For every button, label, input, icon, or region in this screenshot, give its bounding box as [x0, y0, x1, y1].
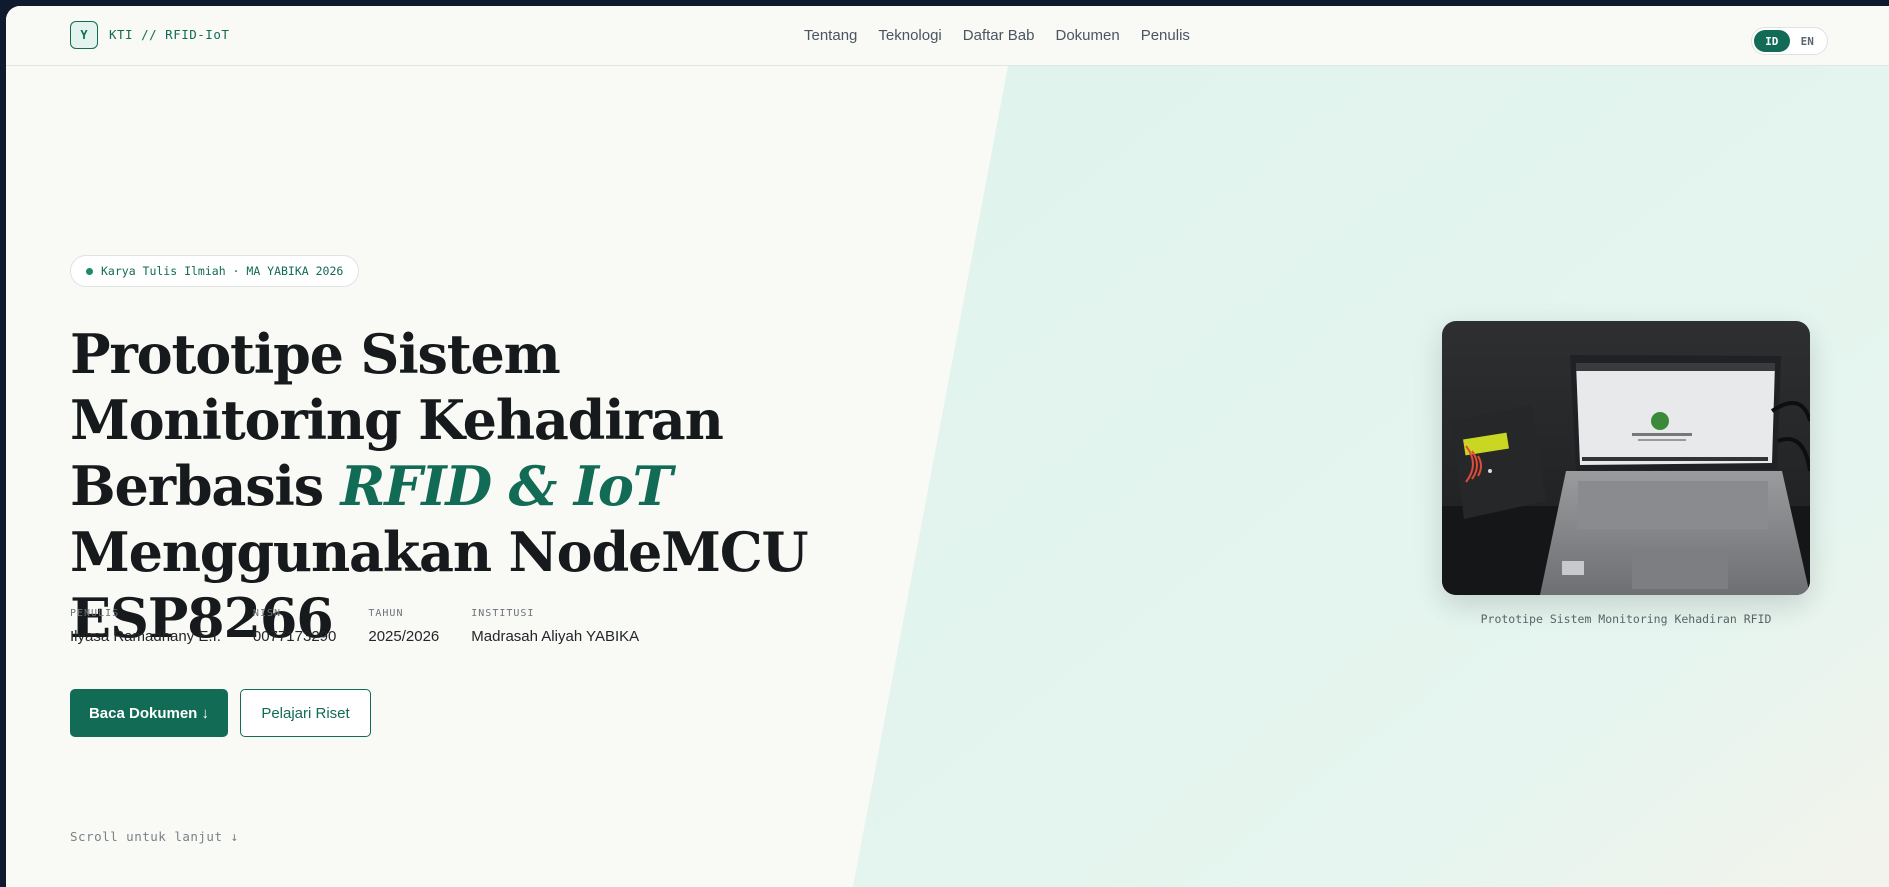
nav-links: Tentang Teknologi Daftar Bab Dokumen Pen… — [804, 6, 1190, 65]
badge-label: Karya Tulis Ilmiah · MA YABIKA 2026 — [101, 264, 344, 278]
browser-page: Y KTI // RFID-IoT Tentang Teknologi Daft… — [6, 6, 1889, 887]
read-document-button[interactable]: Baca Dokumen ↓ — [70, 689, 228, 737]
photo-caption: Prototipe Sistem Monitoring Kehadiran RF… — [1480, 612, 1772, 626]
meta-value: 0077173290 — [252, 628, 337, 645]
meta-value: 2025/2026 — [368, 628, 440, 645]
top-navbar: Y KTI // RFID-IoT Tentang Teknologi Daft… — [6, 6, 1889, 66]
nav-link-penulis[interactable]: Penulis — [1141, 27, 1190, 44]
status-dot-icon — [86, 267, 93, 275]
meta-value: Ilyasa Ramadhany E.I. — [70, 628, 221, 645]
nav-link-tentang[interactable]: Tentang — [804, 27, 857, 44]
logo-icon[interactable]: Y — [70, 21, 98, 49]
prototype-photo-image — [1442, 321, 1810, 595]
meta-label: PENULIS — [70, 608, 120, 619]
category-badge: Karya Tulis Ilmiah · MA YABIKA 2026 — [70, 255, 360, 287]
meta-label: NISN — [252, 608, 282, 619]
nav-link-daftar-bab[interactable]: Daftar Bab — [963, 27, 1035, 44]
logo-text[interactable]: KTI // RFID-IoT — [109, 27, 229, 42]
scroll-hint: Scroll untuk lanjut ↓ — [70, 829, 239, 844]
nav-link-dokumen[interactable]: Dokumen — [1056, 27, 1120, 44]
meta-institusi: INSTITUSI Madrasah Aliyah YABIKA — [471, 608, 639, 645]
prototype-photo — [1442, 321, 1810, 595]
learn-research-button[interactable]: Pelajari Riset — [240, 689, 371, 737]
author-meta: PENULIS Ilyasa Ramadhany E.I. NISN 00771… — [70, 608, 671, 645]
meta-penulis: PENULIS Ilyasa Ramadhany E.I. — [70, 608, 221, 645]
meta-tahun: TAHUN 2025/2026 — [368, 608, 439, 645]
lang-en-button[interactable]: EN — [1790, 30, 1826, 52]
page-title: Prototipe Sistem Monitoring Kehadiran Be… — [70, 321, 830, 651]
meta-nisn: NISN 0077173290 — [253, 608, 336, 645]
meta-label: TAHUN — [368, 608, 404, 619]
meta-label: INSTITUSI — [471, 608, 535, 619]
language-toggle: ID EN — [1751, 27, 1828, 55]
lang-id-button[interactable]: ID — [1754, 30, 1790, 52]
nav-link-teknologi[interactable]: Teknologi — [878, 27, 941, 44]
title-accent: RFID & IoT — [340, 454, 673, 518]
meta-value: Madrasah Aliyah YABIKA — [471, 628, 640, 645]
